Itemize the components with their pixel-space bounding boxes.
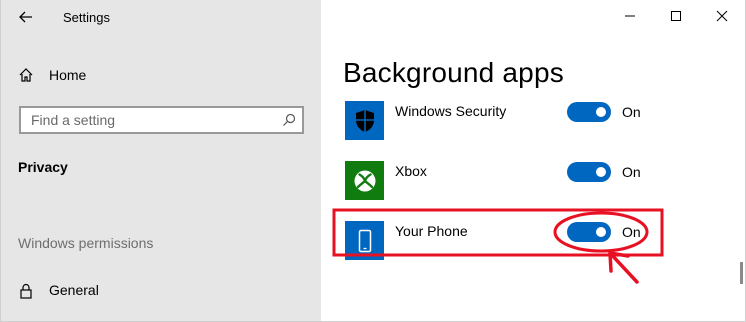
close-button[interactable] <box>708 4 736 28</box>
window-title: Settings <box>63 10 110 25</box>
app-icon-tile <box>345 101 384 140</box>
xbox-icon <box>354 170 375 191</box>
toggle-state-label: On <box>622 104 641 120</box>
search-input[interactable]: Find a setting <box>19 106 304 134</box>
section-heading-privacy: Privacy <box>18 159 68 175</box>
nav-home[interactable]: Home <box>1 60 322 90</box>
toggle-windows-security[interactable] <box>567 102 611 122</box>
app-name: Your Phone <box>395 223 468 239</box>
back-arrow-icon <box>19 11 32 23</box>
toggle-xbox[interactable] <box>567 162 611 182</box>
lock-icon <box>20 283 32 299</box>
app-icon-tile <box>345 161 384 200</box>
scrollbar-thumb[interactable] <box>740 262 743 284</box>
nav-general[interactable]: General <box>1 276 322 306</box>
toggle-state-label: On <box>622 164 641 180</box>
search-placeholder: Find a setting <box>31 112 116 128</box>
toggle-your-phone[interactable] <box>567 222 611 242</box>
nav-general-label: General <box>49 282 99 298</box>
home-icon <box>19 68 33 82</box>
app-name: Windows Security <box>395 103 507 119</box>
app-icon-tile <box>345 221 384 260</box>
app-name: Xbox <box>395 163 427 179</box>
maximize-icon <box>671 11 681 21</box>
toggle-knob <box>596 227 606 237</box>
shield-icon <box>355 109 374 132</box>
page-title: Background apps <box>343 57 564 88</box>
main-panel: Background apps Windows Security On Xbox… <box>321 0 746 322</box>
app-row-your-phone: Your Phone On <box>321 221 745 267</box>
toggle-knob <box>596 107 606 117</box>
app-row-xbox: Xbox On <box>321 161 745 207</box>
sidebar: Settings Home Find a setting Privacy Win… <box>0 0 321 322</box>
toggle-knob <box>596 167 606 177</box>
nav-home-label: Home <box>49 67 87 83</box>
search-icon <box>283 113 296 126</box>
section-heading-permissions: Windows permissions <box>18 235 154 251</box>
close-icon <box>716 10 728 22</box>
app-row-windows-security: Windows Security On <box>321 101 745 147</box>
toggle-state-label: On <box>622 224 641 240</box>
minimize-button[interactable] <box>616 4 644 28</box>
back-button[interactable] <box>12 5 40 29</box>
maximize-button[interactable] <box>662 4 690 28</box>
phone-icon <box>358 229 371 252</box>
minimize-icon <box>625 15 635 17</box>
